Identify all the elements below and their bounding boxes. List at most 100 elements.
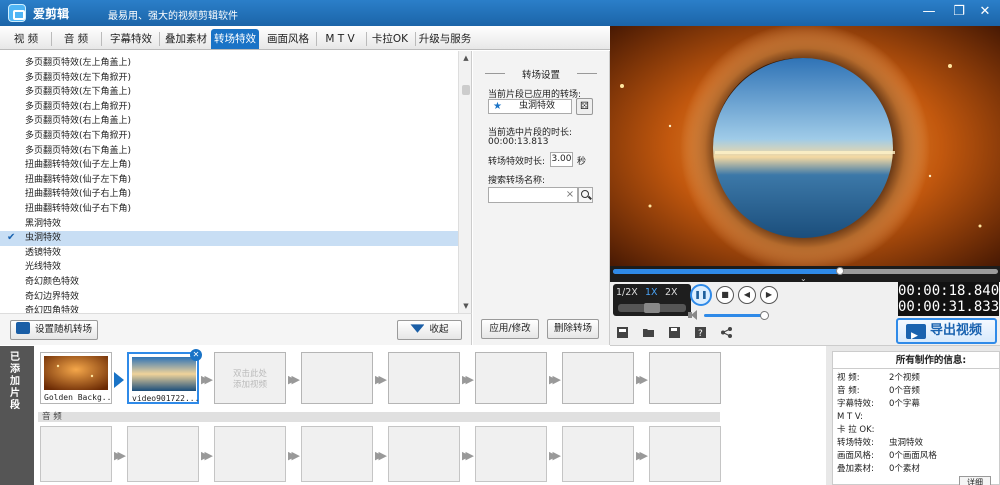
add-video-slot[interactable]: 双击此处 添加视频 — [214, 352, 286, 404]
info-row: 卡 拉 OK: — [837, 424, 997, 437]
speed-half[interactable]: 1/2X — [616, 287, 638, 298]
list-scrollbar[interactable]: ▲ ▼ — [458, 51, 471, 313]
tab-audio[interactable]: 音 频 — [56, 29, 96, 49]
empty-clip-slot[interactable] — [301, 352, 373, 404]
info-row: 转场特效: 虫洞特效 — [837, 437, 997, 450]
stop-icon: ■ — [721, 290, 729, 299]
open-folder-icon[interactable] — [642, 326, 655, 339]
save-icon[interactable] — [668, 326, 681, 339]
transition-item[interactable]: 多页翻页特效(右上角盖上) — [0, 114, 458, 129]
empty-clip-slot[interactable] — [649, 352, 721, 404]
transition-item[interactable]: 多页翻页特效(右下角盖上) — [0, 144, 458, 159]
transition-list: 多页翻页特效(左上角盖上) 多页翻页特效(左下角掀开) 多页翻页特效(左下角盖上) 多… — [0, 51, 472, 313]
transition-item[interactable]: 扭曲翻转特效(仙子左上角) — [0, 158, 458, 173]
transition-slot-icon[interactable]: ▶▶ — [549, 373, 561, 386]
random-transition-button[interactable]: 设置随机转场 — [10, 320, 98, 340]
detail-button[interactable]: 详细 — [959, 476, 991, 485]
scroll-thumb[interactable] — [462, 85, 470, 95]
tab-overlay[interactable]: 叠加素材 — [161, 29, 211, 49]
speed-slider[interactable] — [618, 303, 686, 313]
scroll-down-icon[interactable]: ▼ — [461, 301, 471, 311]
playback-progress-bar[interactable]: ⌄ — [610, 266, 1000, 283]
transition-item[interactable]: 光线特效 — [0, 260, 458, 275]
remove-clip-icon[interactable]: ✕ — [190, 349, 202, 361]
audio-slot[interactable] — [388, 426, 460, 482]
total-time: 00:00:31.833 — [898, 299, 1000, 315]
transition-item[interactable]: 多页翻页特效(左下角掀开) — [0, 71, 458, 86]
stop-button[interactable]: ■ — [716, 286, 734, 304]
transition-item[interactable]: ✔ 虫洞特效 — [0, 231, 458, 246]
help-icon[interactable]: ? — [694, 326, 707, 339]
effect-duration-input[interactable]: 3.00 — [550, 152, 573, 167]
audio-slot[interactable] — [649, 426, 721, 482]
volume-icon[interactable] — [688, 310, 700, 320]
transition-item[interactable]: 奇幻颜色特效 — [0, 275, 458, 290]
audio-slot[interactable] — [214, 426, 286, 482]
applied-transition-value: 虫洞特效 — [519, 101, 556, 111]
added-clips-track-label: 已添加片段 — [0, 346, 34, 485]
search-icon[interactable] — [578, 187, 593, 203]
transition-item[interactable]: 透镜特效 — [0, 246, 458, 261]
clear-search-icon[interactable]: × — [564, 187, 576, 203]
transition-item[interactable]: 奇幻四角特效 — [0, 304, 458, 313]
transition-item[interactable]: 多页翻页特效(右下角掀开) — [0, 129, 458, 144]
transition-item[interactable]: 黑洞特效 — [0, 217, 458, 232]
transition-slot-icon[interactable]: ▶▶ — [636, 373, 648, 386]
transition-item[interactable]: 奇幻边界特效 — [0, 290, 458, 305]
transition-slot-icon[interactable]: ▶▶ — [288, 373, 300, 386]
info-key: 视 频: — [837, 373, 860, 383]
apply-button[interactable]: 应用/修改 — [481, 319, 539, 339]
tab-mtv[interactable]: M T V — [318, 29, 362, 49]
audio-slot[interactable] — [301, 426, 373, 482]
transition-arrow-icon[interactable] — [114, 372, 124, 388]
volume-knob[interactable] — [760, 311, 769, 320]
delete-transition-button[interactable]: 删除转场 — [547, 319, 599, 339]
new-project-icon[interactable] — [616, 326, 629, 339]
transition-item[interactable]: 扭曲翻转特效(仙子左下角) — [0, 173, 458, 188]
empty-clip-slot[interactable] — [475, 352, 547, 404]
audio-slot[interactable] — [562, 426, 634, 482]
pause-button[interactable]: ❚❚ — [690, 284, 712, 306]
transition-item[interactable]: 扭曲翻转特效(仙子右下角) — [0, 202, 458, 217]
scroll-up-icon[interactable]: ▲ — [461, 53, 471, 63]
transition-slot-icon[interactable]: ▶▶ — [201, 373, 213, 386]
next-frame-button[interactable]: ▶ — [760, 286, 778, 304]
tab-subtitle-effects[interactable]: 字幕特效 — [106, 29, 156, 49]
restore-button[interactable]: ❐ — [948, 3, 970, 21]
audio-slot[interactable] — [475, 426, 547, 482]
empty-clip-slot[interactable] — [562, 352, 634, 404]
transition-item[interactable]: 多页翻页特效(右上角掀开) — [0, 100, 458, 115]
audio-track-label: 音 频 — [38, 412, 720, 422]
progress-knob[interactable] — [836, 267, 845, 275]
info-row: 音 频: 0个音频 — [837, 385, 997, 398]
audio-slot[interactable] — [127, 426, 199, 482]
minimize-button[interactable]: — — [918, 3, 940, 21]
transition-item[interactable]: 多页翻页特效(左上角盖上) — [0, 56, 458, 71]
close-button[interactable]: ✕ — [974, 3, 996, 21]
transition-item[interactable]: 多页翻页特效(左下角盖上) — [0, 85, 458, 100]
tab-video[interactable]: 视 频 — [6, 29, 46, 49]
collapse-button[interactable]: 收起 — [397, 320, 462, 340]
tab-transitions[interactable]: 转场特效 — [211, 29, 259, 49]
transition-item[interactable]: 扭曲翻转特效(仙子右上角) — [0, 187, 458, 202]
transition-slot-icon[interactable]: ▶▶ — [462, 373, 474, 386]
video-preview[interactable] — [610, 26, 1000, 266]
transition-slot-icon[interactable]: ▶▶ — [375, 373, 387, 386]
tab-karaoke[interactable]: 卡拉OK — [368, 29, 412, 49]
tab-upgrade[interactable]: 升级与服务 — [417, 29, 473, 49]
project-info-panel: 所有制作的信息: 视 频: 2个视频音 频: 0个音频 字幕特效: 0个字幕 M T V:… — [826, 346, 1000, 485]
random-dice-button[interactable]: ⚄ — [576, 98, 593, 115]
previous-frame-button[interactable]: ◀ — [738, 286, 756, 304]
clip-golden-background[interactable]: Golden Backg... — [40, 352, 112, 404]
empty-clip-slot[interactable] — [388, 352, 460, 404]
export-video-button[interactable]: 导出视频 — [896, 318, 997, 347]
share-icon[interactable] — [720, 326, 733, 339]
speed-slider-knob[interactable] — [644, 303, 660, 313]
speed-2x[interactable]: 2X — [665, 287, 678, 298]
audio-slot[interactable] — [40, 426, 112, 482]
clip-video[interactable]: video901722... ✕ — [127, 349, 202, 404]
speed-1x[interactable]: 1X — [645, 287, 658, 298]
volume-slider[interactable] — [704, 314, 764, 317]
tab-picture-style[interactable]: 画面风格 — [263, 29, 313, 49]
info-key: 字幕特效: — [837, 399, 874, 409]
